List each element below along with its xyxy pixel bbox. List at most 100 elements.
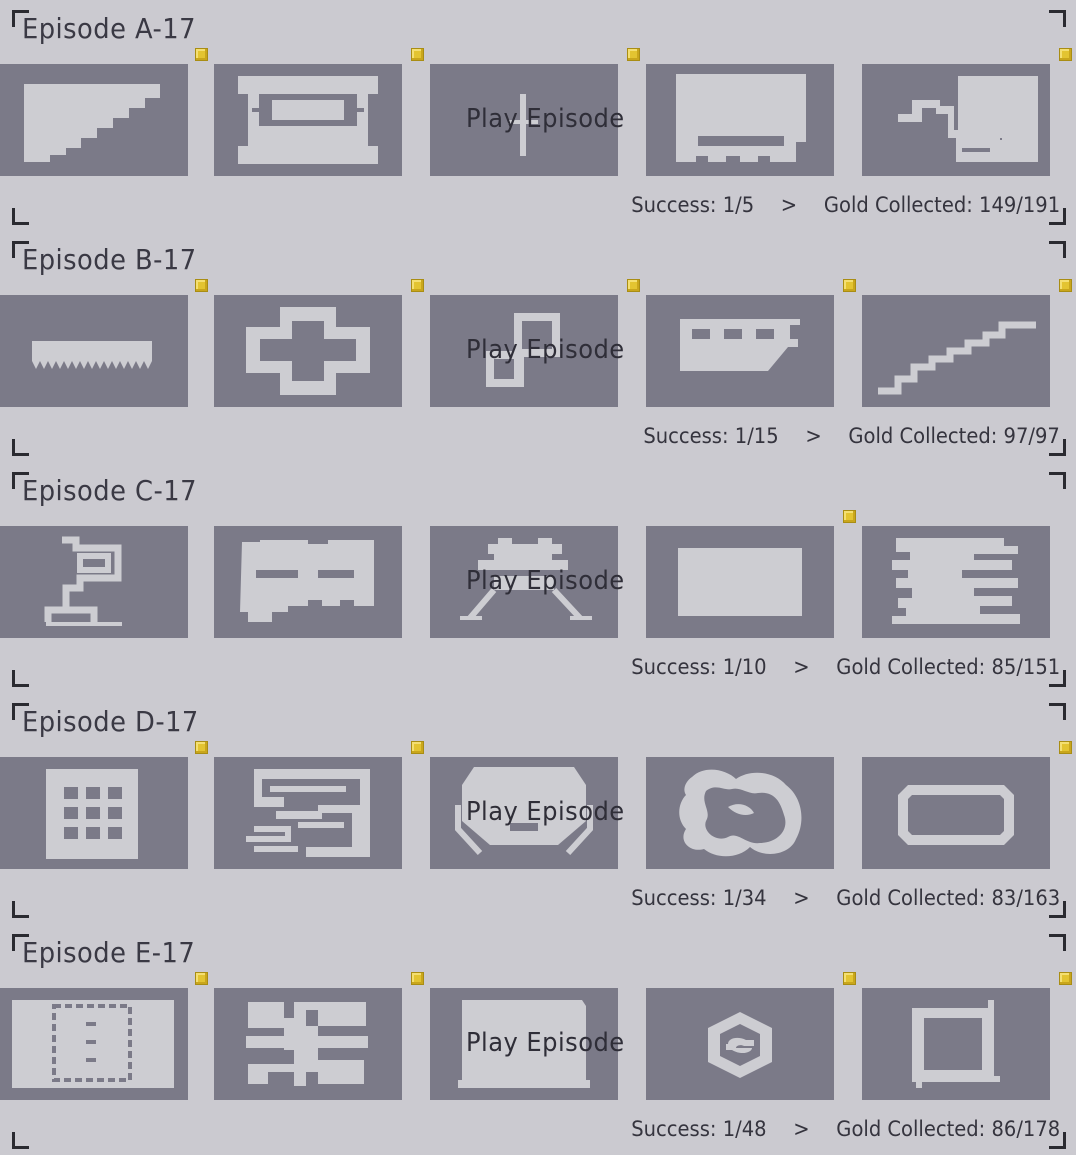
hex-emblem-icon <box>708 1012 772 1078</box>
bowl-arena-icon <box>455 767 593 856</box>
gold-marker-icon <box>1059 48 1072 61</box>
vertical-bar-icon <box>508 94 538 156</box>
gold-marker-icon <box>627 279 640 292</box>
level-thumbnail-rising-stairs[interactable] <box>862 295 1050 407</box>
success-value: 1/15 <box>734 424 779 448</box>
success-label: Success: <box>631 655 723 679</box>
level-thumbnail-cross-shape[interactable] <box>214 295 402 407</box>
success-value: 1/34 <box>722 886 767 910</box>
separator-chevron-icon: > <box>793 1117 810 1141</box>
level-thumbnail-saw-strip[interactable] <box>0 295 188 407</box>
success-label: Success: <box>631 193 723 217</box>
rounded-ring-icon <box>898 785 1014 845</box>
branch-network-icon <box>246 1002 368 1086</box>
gold-marker-icon <box>843 972 856 985</box>
level-thumbnail-table-block[interactable] <box>430 988 618 1100</box>
episode-stats: Success: 1/34 > Gold Collected: 83/163 <box>631 886 1060 910</box>
episode-title: Episode D-17 <box>22 705 199 738</box>
corner-bracket <box>1049 241 1066 258</box>
gold-marker-icon <box>411 741 424 754</box>
gold-value: 85/151 <box>991 655 1060 679</box>
gold-label: Gold Collected: <box>823 193 979 217</box>
loop-pipe-icon <box>486 313 560 387</box>
level-thumbnail-zigzag-pipe[interactable] <box>862 64 1050 176</box>
gold-label: Gold Collected: <box>836 1117 992 1141</box>
gold-marker-icon <box>1059 972 1072 985</box>
level-thumbnail-stacked-tiers[interactable] <box>862 526 1050 638</box>
gold-marker-icon <box>843 510 856 523</box>
success-value: 1/48 <box>722 1117 767 1141</box>
gold-marker-icon <box>411 279 424 292</box>
gold-value: 97/97 <box>1003 424 1060 448</box>
plain-rectangle-icon <box>678 548 802 616</box>
corner-bracket <box>12 1132 29 1149</box>
episode-title: Episode A-17 <box>22 12 197 45</box>
separator-chevron-icon: > <box>793 886 810 910</box>
gold-marker-icon <box>195 741 208 754</box>
episode-row-d: Episode D-17 Play Episode Success: 1/34 … <box>0 693 1076 924</box>
gold-label: Gold Collected: <box>836 886 992 910</box>
level-thumbnail-loop-pipe[interactable] <box>430 295 618 407</box>
episode-row-e: Episode E-17 Play Episode Success: 1/48 … <box>0 924 1076 1155</box>
gold-marker-icon <box>1059 279 1072 292</box>
level-thumbnail-bucket-floor[interactable] <box>646 64 834 176</box>
saw-strip-icon <box>32 341 152 369</box>
gold-label: Gold Collected: <box>836 655 992 679</box>
level-thumbnail-brick-cluster[interactable] <box>214 526 402 638</box>
episode-stats: Success: 1/48 > Gold Collected: 86/178 <box>631 1117 1060 1141</box>
bucket-floor-icon <box>676 74 806 162</box>
success-label: Success: <box>643 424 735 448</box>
success-label: Success: <box>631 1117 723 1141</box>
corner-bracket <box>12 439 29 456</box>
tunnel-frame-icon <box>238 76 378 164</box>
dotted-frame-icon <box>12 1000 174 1088</box>
episode-stats: Success: 1/15 > Gold Collected: 97/97 <box>644 424 1060 448</box>
table-block-icon <box>458 1000 590 1088</box>
cross-shape-icon <box>246 307 370 395</box>
gold-marker-icon <box>195 279 208 292</box>
gold-marker-icon <box>627 48 640 61</box>
separator-chevron-icon: > <box>793 655 810 679</box>
level-thumbnail-circuit-maze[interactable] <box>214 757 402 869</box>
level-thumbnail-cloud-loop[interactable] <box>646 757 834 869</box>
separator-chevron-icon: > <box>805 424 822 448</box>
gold-value: 83/163 <box>991 886 1060 910</box>
corner-bracket <box>12 670 29 687</box>
success-value: 1/10 <box>722 655 767 679</box>
square-frame-icon <box>912 1000 1000 1088</box>
gold-marker-icon <box>195 972 208 985</box>
level-thumbnail-plain-rectangle[interactable] <box>646 526 834 638</box>
staircase-slope-icon <box>24 84 160 162</box>
level-thumbnail-rounded-ring[interactable] <box>862 757 1050 869</box>
zigzag-pipe-icon <box>898 76 1038 162</box>
level-thumbnail-bowl-arena[interactable] <box>430 757 618 869</box>
level-thumbnail-tower-branch[interactable] <box>0 526 188 638</box>
corner-bracket <box>1049 934 1066 951</box>
circuit-maze-icon <box>244 769 370 857</box>
level-thumbnail-tunnel-frame[interactable] <box>214 64 402 176</box>
gold-value: 149/191 <box>978 193 1060 217</box>
gold-marker-icon <box>411 972 424 985</box>
episode-stats: Success: 1/10 > Gold Collected: 85/151 <box>631 655 1060 679</box>
level-thumbnail-square-frame[interactable] <box>862 988 1050 1100</box>
level-thumbnail-grid-block[interactable] <box>0 757 188 869</box>
gold-label: Gold Collected: <box>848 424 1004 448</box>
roof-tower-icon <box>460 538 592 621</box>
episode-title: Episode C-17 <box>22 474 197 507</box>
level-thumbnail-branch-network[interactable] <box>214 988 402 1100</box>
episode-title: Episode B-17 <box>22 243 197 276</box>
level-thumbnail-hex-emblem[interactable] <box>646 988 834 1100</box>
level-thumbnail-dotted-frame[interactable] <box>0 988 188 1100</box>
level-thumbnail-staircase-slope[interactable] <box>0 64 188 176</box>
gold-marker-icon <box>411 48 424 61</box>
corner-bracket <box>1049 472 1066 489</box>
level-thumbnail-vertical-bar[interactable] <box>430 64 618 176</box>
level-thumbnail-bus-block[interactable] <box>646 295 834 407</box>
tower-branch-icon <box>44 536 122 626</box>
separator-chevron-icon: > <box>780 193 798 217</box>
corner-bracket <box>12 208 29 225</box>
success-label: Success: <box>631 886 723 910</box>
episode-row-a: Episode A-17 Play Episode Success: 1/5 >… <box>0 0 1076 231</box>
level-thumbnail-roof-tower[interactable] <box>430 526 618 638</box>
corner-bracket <box>12 901 29 918</box>
